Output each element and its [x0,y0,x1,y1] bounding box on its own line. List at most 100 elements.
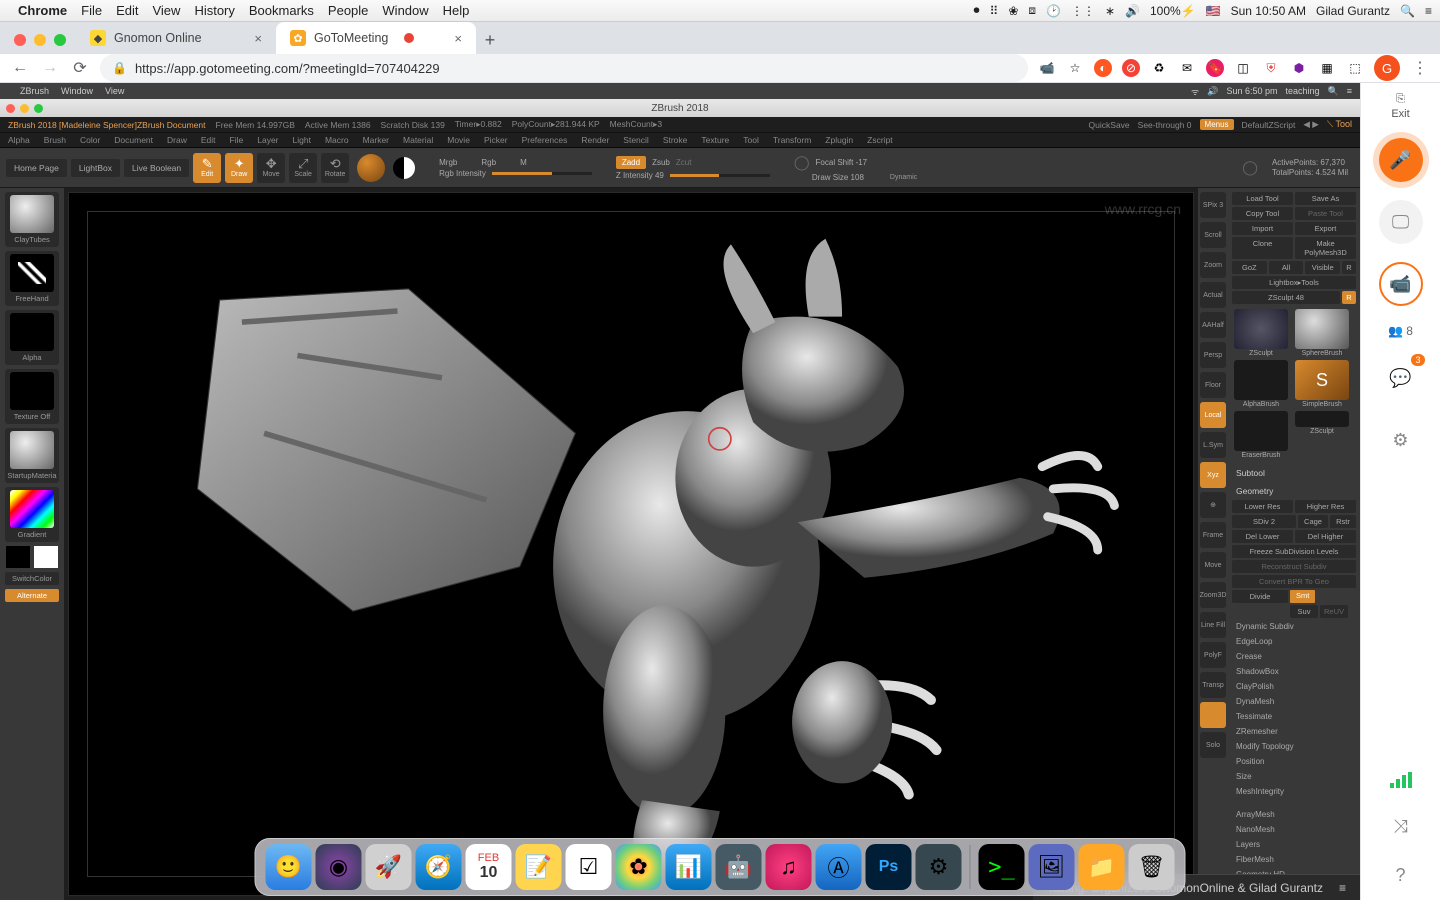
dock-reminders-icon[interactable]: ☑ [566,844,612,890]
dock-trash-icon[interactable]: 🗑 [1129,844,1175,890]
zm-preferences: Preferences [522,135,568,145]
address-bar[interactable]: 🔒 https://app.gotomeeting.com/?meetingId… [100,54,1028,82]
zm-movie: Movie [447,135,470,145]
dock-photoshop-icon[interactable]: Ps [866,844,912,890]
lightbox-button: LightBox [71,159,120,177]
tray-icon-1[interactable]: ⠿ [990,4,999,18]
close-tab-icon[interactable]: × [254,31,262,46]
bluetooth-icon[interactable]: ∗ [1105,4,1115,18]
close-tab-icon[interactable]: × [454,31,462,46]
zm-texture: Texture [701,135,729,145]
dock-notes-icon[interactable]: 📝 [516,844,562,890]
ext-mail-icon[interactable]: ✉ [1178,59,1196,77]
close-window-button[interactable] [14,34,26,46]
ext-tag-icon[interactable]: 🔖 [1206,59,1224,77]
exit-meeting-button[interactable]: ⎘ Exit [1391,93,1409,120]
dock-launchpad-icon[interactable]: 🚀 [366,844,412,890]
battery-status[interactable]: 100% ⚡ [1150,4,1196,18]
quicksave-button: QuickSave [1089,120,1130,130]
cast-icon[interactable]: ⬚ [1346,59,1364,77]
dock-misc-icon[interactable]: 📁 [1079,844,1125,890]
zbrush-toolbar: Home Page LightBox Live Boolean ✎Edit ✦D… [0,148,1360,188]
ext-adblock-icon[interactable]: ⊘ [1122,59,1140,77]
menu-edit[interactable]: Edit [116,3,138,18]
dock-automator-icon[interactable]: 🤖 [716,844,762,890]
reload-button[interactable]: ⟳ [70,58,90,78]
zbrush-zoom-icon [34,104,43,113]
menu-window[interactable]: Window [382,3,428,18]
dock-appstore-icon[interactable]: Ⓐ [816,844,862,890]
new-tab-button[interactable]: + [476,26,504,54]
lock-icon[interactable]: 🔒 [112,61,127,75]
search-icon[interactable]: 🔍 [1400,4,1415,18]
ext-ublock-icon[interactable]: ◐ [1094,59,1112,77]
wifi-icon[interactable]: ⋮⋮ [1071,4,1095,18]
dock-terminal-icon[interactable]: >_ [979,844,1025,890]
tray-icon-2[interactable]: ❀ [1008,4,1018,18]
tray-clock-icon[interactable]: 🕑 [1046,4,1061,18]
mac-menubar: Chrome File Edit View History Bookmarks … [0,0,1440,22]
ext-shield-icon[interactable]: ⛨ [1262,59,1280,77]
control-center-icon[interactable]: ≡ [1425,4,1432,18]
zbrush-menu-view: View [105,86,124,96]
gear-icon: ⚙ [1392,430,1408,451]
help-button[interactable]: ? [1395,865,1405,900]
dock-calendar-icon[interactable]: FEB10 [466,844,512,890]
forward-button[interactable]: → [40,58,60,78]
dock-safari-icon[interactable]: 🧭 [416,844,462,890]
user-name[interactable]: Gilad Gurantz [1316,4,1390,18]
dock-zbrush-icon[interactable]: ⚙ [916,844,962,890]
panel-shadowbox: ShadowBox [1232,665,1356,678]
menu-bookmarks[interactable]: Bookmarks [249,3,314,18]
tab-title: Gnomon Online [114,31,202,45]
menu-file[interactable]: File [81,3,102,18]
menu-history[interactable]: History [194,3,234,18]
dock-siri-icon[interactable]: ◉ [316,844,362,890]
panel-edgeloop: EdgeLoop [1232,635,1356,648]
star-icon[interactable]: ☆ [1066,59,1084,77]
ext-html5-icon[interactable]: ⬢ [1290,59,1308,77]
camera-ext-icon[interactable]: 📹 [1038,59,1056,77]
volume-icon[interactable]: 🔊 [1125,4,1140,18]
chrome-menu-icon[interactable]: ⋮ [1410,58,1430,78]
chat-icon: 💬 [1389,368,1411,389]
dock-itunes-icon[interactable]: ♫ [766,844,812,890]
tab-gotomeeting[interactable]: ✿ GoToMeeting × [276,22,476,54]
xyz-button: Xyz [1200,462,1226,488]
shared-screen-zbrush: ZBrush Window View ᯤ 🔊 Sun 6:50 pm teach… [0,83,1360,900]
ext-recycle-icon[interactable]: ♻ [1150,59,1168,77]
back-button[interactable]: ← [10,58,30,78]
active-app-name[interactable]: Chrome [18,3,67,18]
dropbox-icon[interactable]: ⧈ [1028,3,1036,18]
tab-gnomon[interactable]: ◆ Gnomon Online × [76,22,276,54]
mute-button[interactable]: 🎤 [1379,138,1423,182]
panel-position: Position [1232,755,1356,768]
chat-button[interactable]: 💬 3 [1379,356,1423,400]
dock-preview-icon[interactable]: 🖼 [1029,844,1075,890]
dock-keynote-icon[interactable]: 📊 [666,844,712,890]
ext-dev-icon[interactable]: ▦ [1318,59,1336,77]
dock-finder-icon[interactable]: 🙂 [266,844,312,890]
participants-button[interactable]: 👥 8 [1388,324,1413,338]
flag-icon[interactable]: 🇺🇸 [1206,4,1221,18]
menu-help[interactable]: Help [443,3,470,18]
shuffle-button[interactable]: ⤨ [1393,806,1407,847]
profile-avatar[interactable]: G [1374,55,1400,81]
dock-photos-icon[interactable]: ✿ [616,844,662,890]
reuv-button: ReUV [1320,605,1348,618]
obs-icon[interactable]: ⏺ [974,3,980,18]
clock[interactable]: Sun 10:50 AM [1231,4,1306,18]
zbrush-timer: Timer▸0.882 [455,119,502,130]
alternate-button: Alternate [5,589,59,602]
menu-people[interactable]: People [328,3,368,18]
settings-button[interactable]: ⚙ [1379,418,1423,462]
ext-box-icon[interactable]: ◫ [1234,59,1252,77]
screen-share-button[interactable]: 🖵 [1379,200,1423,244]
zbrush-freemem: Free Mem 14.997GB [216,120,295,130]
webcam-button[interactable]: 📹 [1379,262,1423,306]
zm-layer: Layer [257,135,278,145]
menu-view[interactable]: View [152,3,180,18]
zoom-window-button[interactable] [54,34,66,46]
talking-menu-icon[interactable]: ≡ [1339,881,1346,895]
minimize-window-button[interactable] [34,34,46,46]
